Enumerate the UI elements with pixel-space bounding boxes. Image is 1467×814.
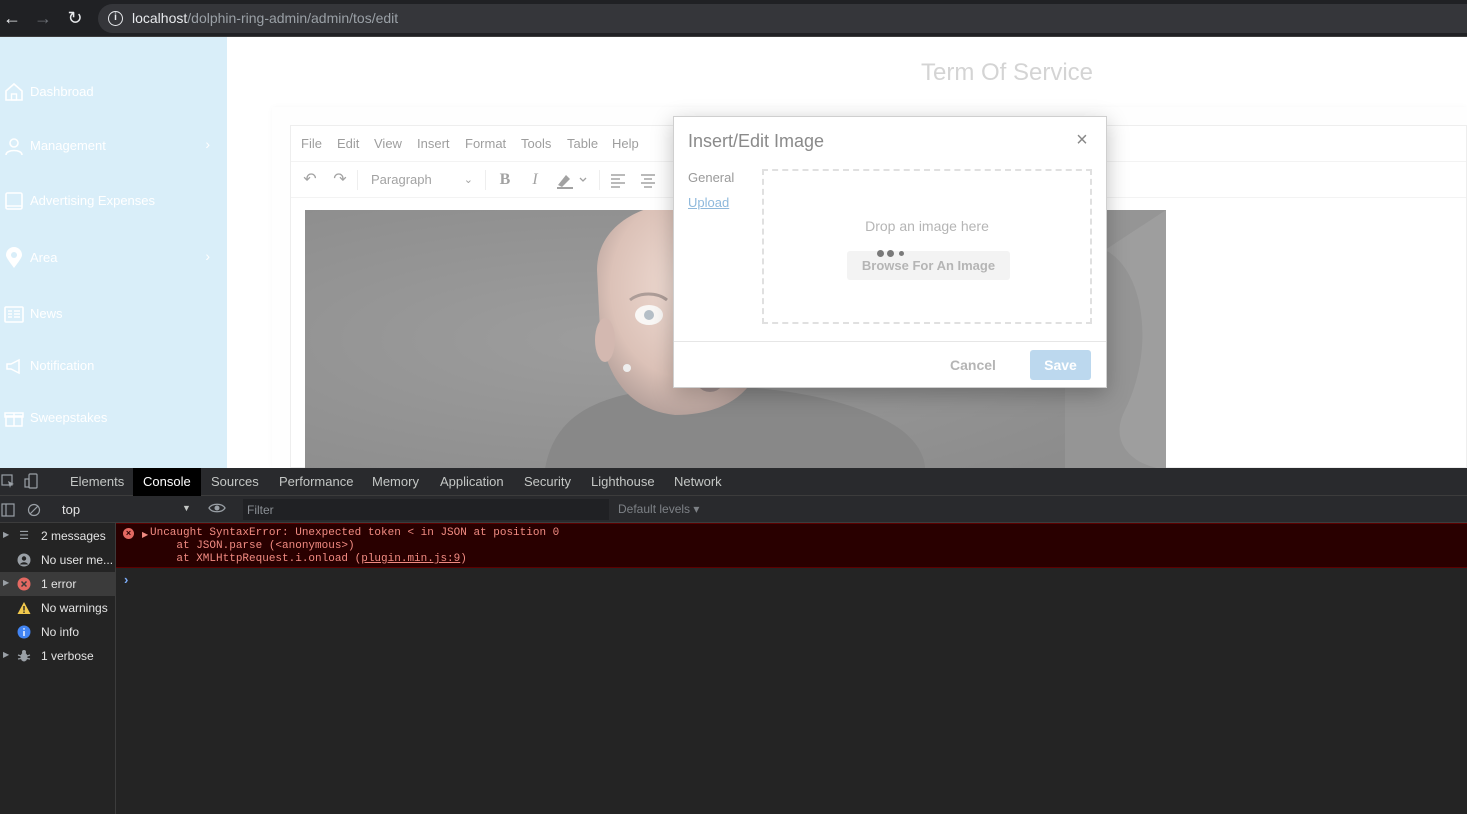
insert-image-dialog: Insert/Edit Image × General Upload Drop … — [673, 116, 1107, 388]
address-bar[interactable]: i localhost/dolphin-ring-admin/admin/tos… — [98, 4, 1467, 33]
sidebar-row-label: 1 verbose — [41, 649, 94, 663]
context-selector[interactable]: top — [62, 502, 80, 517]
console-sidebar: ▶ ☰ 2 messages No user me... ▶ 1 error N… — [0, 523, 116, 814]
console-sidebar-errors[interactable]: ▶ 1 error — [0, 572, 116, 596]
console-sidebar-warnings[interactable]: No warnings — [0, 596, 116, 620]
devtools-tab-application[interactable]: Application — [430, 468, 514, 496]
save-button[interactable]: Save — [1030, 350, 1091, 380]
error-icon — [17, 577, 31, 591]
expand-triangle-icon[interactable]: ▶ — [142, 530, 148, 539]
sidebar-row-label: No warnings — [41, 601, 108, 615]
browse-image-button[interactable]: Browse For An Image — [847, 251, 1010, 280]
forward-arrow-icon[interactable]: → — [31, 6, 55, 30]
drop-hint: Drop an image here — [865, 218, 989, 234]
console-filter-input[interactable] — [243, 499, 609, 520]
error-stack-text: at XMLHttpRequest.i.onload ( — [150, 553, 362, 565]
devtools-tab-performance[interactable]: Performance — [269, 468, 363, 496]
error-stack-line: at JSON.parse (<anonymous>) — [150, 540, 355, 552]
console-sidebar-messages[interactable]: ▶ ☰ 2 messages — [0, 524, 116, 548]
inspect-element-icon[interactable] — [0, 473, 16, 489]
tab-general[interactable]: General — [688, 170, 734, 185]
back-arrow-icon[interactable]: ← — [0, 6, 24, 30]
cancel-button[interactable]: Cancel — [938, 350, 1008, 380]
devtools-tab-console[interactable]: Console — [133, 468, 201, 496]
live-expression-eye-icon[interactable] — [208, 501, 226, 518]
image-dropzone[interactable]: Drop an image here Browse For An Image — [762, 169, 1092, 324]
sidebar-row-label: 2 messages — [41, 529, 106, 543]
devtools-tab-lighthouse[interactable]: Lighthouse — [581, 468, 665, 496]
error-stack-line: at XMLHttpRequest.i.onload (plugin.min.j… — [150, 553, 467, 565]
sidebar-row-label: 1 error — [41, 577, 77, 591]
log-levels-dropdown[interactable]: Default levels ▾ — [618, 502, 699, 516]
error-text: Uncaught SyntaxError: Unexpected token <… — [150, 527, 560, 539]
sidebar-row-label: No info — [41, 625, 80, 639]
source-link[interactable]: plugin.min.js:9 — [361, 553, 460, 565]
console-prompt-icon[interactable]: › — [124, 572, 128, 587]
device-toolbar-icon[interactable] — [24, 473, 40, 489]
user-circle-icon — [17, 553, 31, 567]
devtools-tab-network[interactable]: Network — [664, 468, 732, 496]
error-icon: × — [123, 528, 134, 539]
error-stack-text: ) — [460, 553, 467, 565]
close-icon[interactable]: × — [1072, 129, 1092, 151]
expand-triangle-icon[interactable]: ▶ — [3, 530, 9, 539]
devtools-tab-memory[interactable]: Memory — [362, 468, 429, 496]
clear-console-icon[interactable] — [26, 502, 42, 518]
list-icon: ☰ — [19, 530, 29, 542]
chevron-down-icon[interactable]: ▼ — [182, 503, 191, 513]
loading-spinner-icon — [877, 250, 907, 258]
devtools-tab-sources[interactable]: Sources — [201, 468, 269, 496]
dialog-title: Insert/Edit Image — [688, 131, 825, 151]
bug-icon — [17, 649, 31, 663]
tab-upload[interactable]: Upload — [688, 195, 729, 210]
reload-icon[interactable]: ↻ — [63, 6, 87, 30]
browser-toolbar: ← → ↻ i localhost/dolphin-ring-admin/adm… — [0, 0, 1467, 37]
app-viewport: Dashbroad Management › Advertising Expen… — [0, 37, 1467, 468]
console-error-message[interactable]: × ▶ Uncaught SyntaxError: Unexpected tok… — [116, 523, 1467, 568]
devtools-tab-security[interactable]: Security — [514, 468, 581, 496]
info-icon[interactable]: i — [108, 11, 123, 26]
expand-triangle-icon[interactable]: ▶ — [3, 578, 9, 587]
sidebar-row-label: No user me... — [41, 553, 114, 567]
console-sidebar-verbose[interactable]: ▶ 1 verbose — [0, 644, 116, 668]
console-filter-bar: top ▼ Default levels ▾ — [0, 496, 1467, 523]
sidebar-toggle-icon[interactable] — [0, 502, 16, 518]
console-sidebar-user-messages[interactable]: No user me... — [0, 548, 116, 572]
warning-icon — [17, 601, 31, 615]
dialog-footer: Cancel Save — [674, 341, 1106, 387]
expand-triangle-icon[interactable]: ▶ — [3, 650, 9, 659]
info-icon — [17, 625, 31, 639]
console-sidebar-info[interactable]: No info — [0, 620, 116, 644]
url-text[interactable]: localhost/dolphin-ring-admin/admin/tos/e… — [132, 10, 398, 26]
devtools-panel: Elements Console Sources Performance Mem… — [0, 468, 1467, 814]
devtools-tab-elements[interactable]: Elements — [60, 468, 134, 496]
devtools-tabbar: Elements Console Sources Performance Mem… — [0, 468, 1467, 496]
